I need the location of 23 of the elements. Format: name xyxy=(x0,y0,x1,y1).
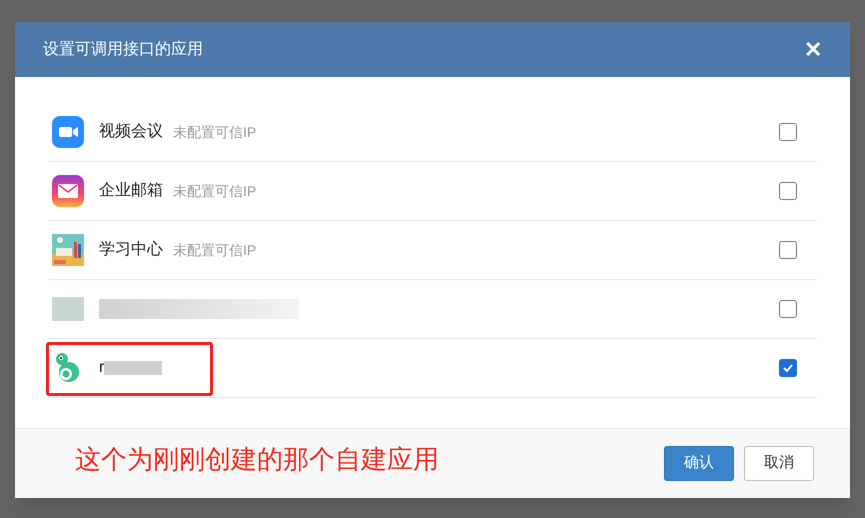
blurred-text xyxy=(104,361,162,375)
app-name: 企业邮箱 xyxy=(99,180,163,201)
checkbox[interactable] xyxy=(779,300,797,318)
checkbox[interactable] xyxy=(779,123,797,141)
video-camera-icon xyxy=(52,116,84,148)
checkbox[interactable] xyxy=(779,182,797,200)
checkbox[interactable] xyxy=(779,359,797,377)
app-name: 学习中心 xyxy=(99,240,163,260)
status-text: 未配置可信IP xyxy=(173,122,256,142)
envelope-icon xyxy=(52,175,84,207)
app-name: r xyxy=(99,358,104,378)
check-icon xyxy=(782,362,794,374)
status-text: 未配置可信IP xyxy=(173,182,256,200)
close-button[interactable]: ✕ xyxy=(804,38,822,60)
checkbox[interactable] xyxy=(779,241,797,259)
cancel-button[interactable]: 取消 xyxy=(744,446,814,481)
chameleon-icon xyxy=(54,353,82,383)
blurred-icon xyxy=(52,297,84,321)
dialog-title: 设置可调用接口的应用 xyxy=(43,40,203,60)
annotation-text: 这个为刚刚创建的那个自建应用 xyxy=(75,443,440,476)
app-name: 视频会议 xyxy=(99,122,163,142)
confirm-button[interactable]: 确认 xyxy=(664,446,734,481)
status-text: 未配置可信IP xyxy=(173,240,256,260)
